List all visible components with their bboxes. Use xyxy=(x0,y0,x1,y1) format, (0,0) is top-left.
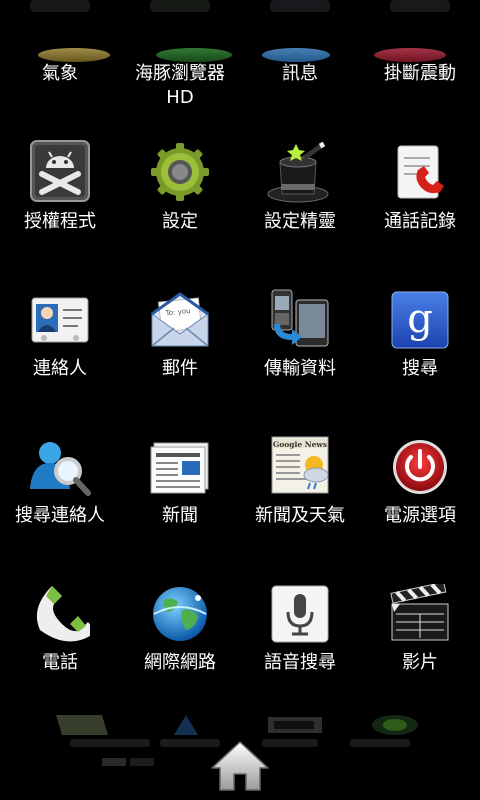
app-label: 語音搜尋 xyxy=(264,652,336,673)
voice-search-icon xyxy=(270,584,330,644)
clapperboard-icon xyxy=(390,581,450,644)
app-label: 新聞及天氣 xyxy=(255,505,345,526)
app-label: 傳輸資料 xyxy=(264,358,336,379)
app-label: 授權程式 xyxy=(24,211,96,232)
ghost-app-5 xyxy=(52,713,112,737)
magic-hat-icon xyxy=(267,140,330,203)
app-label: 設定精靈 xyxy=(264,211,336,232)
dock-left-indicator xyxy=(100,752,160,772)
ghost-label xyxy=(350,739,410,747)
phone-icon xyxy=(30,584,96,644)
call-log-icon xyxy=(390,142,450,202)
app-grid: 氣象 海豚瀏覽器 HD 訊息 掛斷震動 授權程式 設定 設定精靈 通話記錄 連絡… xyxy=(0,0,480,800)
app-label: 影片 xyxy=(402,652,438,673)
ghost-label xyxy=(262,739,318,747)
app-label: 掛斷震動 xyxy=(384,63,456,84)
ghost-app-6 xyxy=(170,713,230,737)
app-label: 設定 xyxy=(162,211,198,232)
app-label: 氣象 xyxy=(42,63,78,84)
power-icon xyxy=(390,437,450,497)
home-icon xyxy=(211,741,269,791)
gear-icon xyxy=(150,142,210,202)
app-label: 連絡人 xyxy=(33,358,87,379)
app-label: 搜尋連絡人 xyxy=(15,505,105,526)
app-label: 新聞 xyxy=(162,505,198,526)
ghost-label xyxy=(70,739,150,747)
news-icon xyxy=(150,439,210,499)
google-letter: g xyxy=(407,296,433,342)
app-label: 郵件 xyxy=(162,358,198,379)
search-contacts-icon xyxy=(30,437,91,497)
ghost-app-7 xyxy=(266,713,326,737)
google-search-icon: g xyxy=(390,290,450,350)
email-icon: To: you xyxy=(150,290,210,350)
app-label: 海豚瀏覽器 HD xyxy=(120,62,240,110)
app-label: 通話記錄 xyxy=(384,211,456,232)
transfer-data-icon xyxy=(270,288,330,348)
news-weather-icon: Google News xyxy=(270,435,330,495)
app-label: 電話 xyxy=(42,652,78,673)
contacts-icon xyxy=(30,292,90,352)
app-drawer-screen: 氣象 海豚瀏覽器 HD 訊息 掛斷震動 授權程式 設定 設定精靈 通話記錄 連絡… xyxy=(0,0,480,800)
app-label: 訊息 xyxy=(282,63,318,84)
superuser-icon xyxy=(30,140,90,202)
app-label: 電源選項 xyxy=(384,505,456,526)
globe-icon xyxy=(150,584,210,644)
app-label: 搜尋 xyxy=(402,358,438,379)
news-weather-badge: Google News xyxy=(273,440,327,449)
app-label-text: 海豚瀏覽器 HD xyxy=(135,63,225,108)
app-label: 網際網路 xyxy=(144,652,216,673)
home-button[interactable] xyxy=(210,738,270,794)
ghost-app-8 xyxy=(370,713,430,737)
